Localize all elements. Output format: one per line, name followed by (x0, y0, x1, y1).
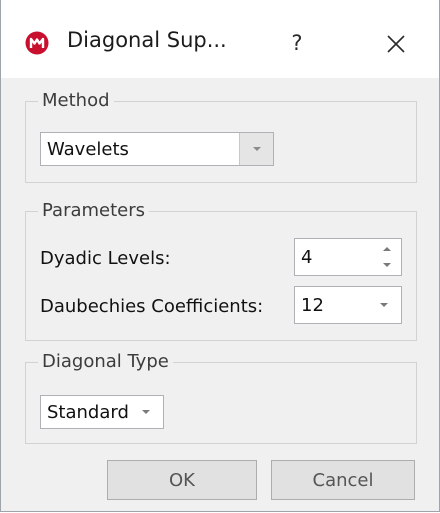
method-dropdown-value: Wavelets (47, 138, 129, 160)
parameters-legend: Parameters (38, 200, 150, 222)
dialog-window: Diagonal Sup... ? Method Wavelets Parame… (0, 0, 440, 512)
daubechies-coefficients-value: 12 (301, 294, 324, 316)
spin-down-icon[interactable] (379, 258, 395, 272)
dyadic-levels-spinbox[interactable]: 4 (294, 238, 402, 276)
diagonal-type-group: Diagonal Type Standard (25, 351, 417, 444)
matlab-logo-icon (25, 31, 49, 55)
method-group: Method Wavelets (25, 90, 417, 183)
method-legend: Method (38, 90, 114, 112)
close-icon (387, 35, 405, 53)
dyadic-levels-value: 4 (301, 246, 313, 268)
diagonal-type-dropdown[interactable]: Standard (40, 395, 164, 429)
close-button[interactable] (379, 28, 413, 60)
title-bar: Diagonal Sup... ? (1, 0, 439, 78)
method-dropdown[interactable]: Wavelets (40, 132, 274, 166)
chevron-down-icon[interactable] (367, 287, 401, 323)
daubechies-coefficients-dropdown[interactable]: 12 (294, 286, 402, 324)
ok-button[interactable]: OK (107, 460, 257, 500)
chevron-down-icon[interactable] (129, 396, 163, 428)
chevron-down-icon[interactable] (239, 133, 273, 165)
daubechies-coefficients-label: Daubechies Coefficients: (40, 296, 264, 317)
diagonal-type-legend: Diagonal Type (38, 351, 173, 373)
diagonal-type-value: Standard (47, 401, 129, 423)
window-title: Diagonal Sup... (67, 28, 227, 52)
spin-up-icon[interactable] (379, 242, 395, 256)
dyadic-levels-label: Dyadic Levels: (40, 248, 171, 269)
parameters-group: Parameters Dyadic Levels: 4 Daubechies C… (25, 200, 417, 341)
cancel-button[interactable]: Cancel (271, 460, 415, 500)
help-button[interactable]: ? (277, 26, 317, 60)
